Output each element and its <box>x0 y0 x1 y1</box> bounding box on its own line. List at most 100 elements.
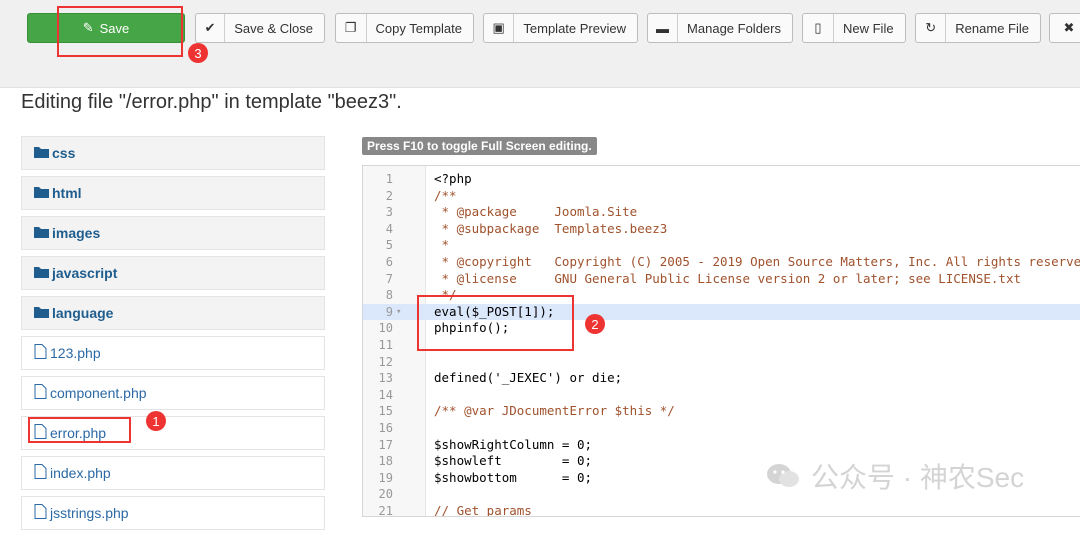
file-tree-label: css <box>52 145 76 161</box>
line-number: 1 <box>385 172 393 186</box>
file-item[interactable]: jsstrings.php <box>21 496 325 530</box>
code-line: 1 <?php <box>363 171 1080 188</box>
line-number: 16 <box>378 421 393 435</box>
folder-item[interactable]: images <box>21 216 325 250</box>
rename-file-button[interactable]: ↻ Rename File <box>915 13 1041 43</box>
folder-item[interactable]: html <box>21 176 325 210</box>
fullscreen-hint: Press F10 to toggle Full Screen editing. <box>362 137 597 155</box>
folder-item[interactable]: javascript <box>21 256 325 290</box>
check-icon: ✔ <box>196 14 226 42</box>
code-text: defined('_JEXEC') or die; <box>434 370 623 386</box>
line-number: 5 <box>385 238 393 253</box>
file-icon <box>34 384 47 402</box>
refresh-icon: ↻ <box>916 14 947 42</box>
code-line: 5 * <box>363 237 1080 254</box>
file-tree-label: jsstrings.php <box>50 505 129 521</box>
page-title: Editing file "/error.php" in template "b… <box>21 91 402 113</box>
line-number: 20 <box>378 487 393 502</box>
code-text: /** <box>434 187 457 203</box>
code-text: * @package Joomla.Site <box>434 204 638 220</box>
save-close-button[interactable]: ✔ Save & Close <box>195 13 325 43</box>
line-number: 6 <box>385 255 393 269</box>
code-line: 17 $showRightColumn = 0; <box>363 437 1080 454</box>
copy-template-button[interactable]: ❐ Copy Template <box>335 13 474 43</box>
folder-icon <box>34 145 49 161</box>
line-number: 3 <box>385 205 393 220</box>
file-item[interactable]: 123.php <box>21 336 325 370</box>
annotation-badge-1: 1 <box>146 411 166 431</box>
file-icon <box>34 504 47 522</box>
file-item[interactable]: index.php <box>21 456 325 490</box>
annotation-box-save <box>57 6 183 57</box>
folder-item[interactable]: css <box>21 136 325 170</box>
line-number: 11 <box>378 338 393 352</box>
image-icon: ▣ <box>484 14 515 42</box>
code-text: $showRightColumn = 0; <box>434 436 593 452</box>
line-number: 17 <box>378 437 393 452</box>
file-tree-label: images <box>52 225 101 241</box>
file-tree-label: index.php <box>50 465 111 481</box>
button-label: Copy Template <box>375 20 462 36</box>
line-number: 15 <box>378 404 393 419</box>
code-text: $showleft = 0; <box>434 453 593 469</box>
button-label: Rename File <box>955 20 1029 36</box>
button-label: New File <box>843 20 894 36</box>
manage-folders-button[interactable]: ▬ Manage Folders <box>647 13 793 43</box>
file-icon: ▯ <box>803 14 834 42</box>
code-line: 4 * @subpackage Templates.beez3 <box>363 221 1080 238</box>
line-number: 9 <box>385 304 393 319</box>
file-tree-label: 123.php <box>50 345 101 361</box>
close-icon: ✖ <box>1063 20 1075 35</box>
annotation-badge-2: 2 <box>585 314 605 334</box>
code-text: * @copyright Copyright (C) 2005 - 2019 O… <box>434 254 1080 269</box>
line-number: 10 <box>378 321 393 336</box>
button-label: Save & Close <box>234 20 313 36</box>
line-number: 14 <box>378 387 393 402</box>
code-line: 3 * @package Joomla.Site <box>363 204 1080 221</box>
code-line: 15 /** @var JDocumentError $this */ <box>363 403 1080 420</box>
file-tree-label: language <box>52 305 114 321</box>
code-text: $showbottom = 0; <box>434 469 593 485</box>
new-file-button[interactable]: ▯ New File <box>802 13 906 43</box>
fold-arrow-icon[interactable]: ▾ <box>396 304 401 321</box>
code-line: 7 * @license GNU General Public License … <box>363 271 1080 288</box>
code-line: 2 /** <box>363 188 1080 205</box>
annotation-badge-3: 3 <box>188 43 208 63</box>
line-number: 7 <box>385 271 393 286</box>
code-text: /** @var JDocumentError $this */ <box>434 403 675 419</box>
line-number: 13 <box>378 371 393 386</box>
code-line: 13 defined('_JEXEC') or die; <box>363 370 1080 387</box>
button-label: Manage Folders <box>687 20 781 36</box>
button-label: Template Preview <box>523 20 626 36</box>
file-tree: css html images javascript language 123.php co… <box>21 136 325 536</box>
wechat-icon <box>767 464 799 487</box>
folder-icon <box>34 185 49 201</box>
code-text: <?php <box>434 171 472 186</box>
watermark: 公众号 · 神农Sec <box>765 456 1024 496</box>
line-number: 4 <box>385 221 393 236</box>
file-item[interactable]: component.php <box>21 376 325 410</box>
folder-icon: ▬ <box>648 14 679 42</box>
file-tree-label: component.php <box>50 385 147 401</box>
close-button[interactable]: ✖ <box>1049 13 1080 43</box>
code-line: 6 * @copyright Copyright (C) 2005 - 2019… <box>363 254 1080 271</box>
code-text: * @license GNU General Public License ve… <box>434 270 1021 286</box>
line-number: 19 <box>378 470 393 485</box>
folder-item[interactable]: language <box>21 296 325 330</box>
file-icon <box>34 344 47 362</box>
annotation-box-error-file <box>28 417 131 443</box>
folder-icon <box>34 225 49 241</box>
copy-icon: ❐ <box>336 14 367 42</box>
code-text: * <box>434 237 450 253</box>
folder-icon <box>34 305 49 321</box>
code-line: 16 <box>363 420 1080 437</box>
template-preview-button[interactable]: ▣ Template Preview <box>483 13 638 43</box>
line-number: 2 <box>385 188 393 203</box>
code-text: * @subpackage Templates.beez3 <box>434 220 668 236</box>
file-icon <box>34 464 47 482</box>
file-tree-label: html <box>52 185 82 201</box>
file-tree-label: javascript <box>52 265 118 281</box>
line-number: 18 <box>378 454 393 469</box>
code-line: 14 <box>363 387 1080 404</box>
line-number: 12 <box>378 354 393 369</box>
